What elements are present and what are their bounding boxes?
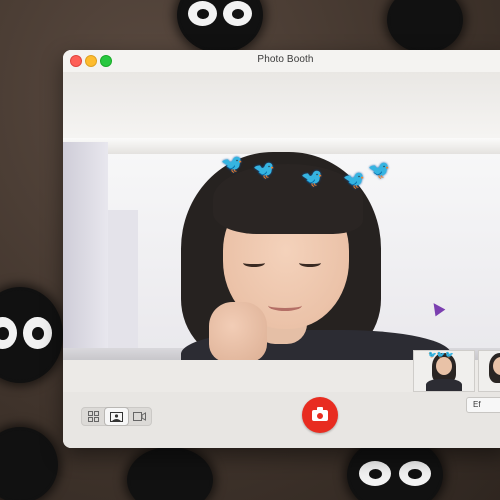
bangs bbox=[213, 164, 363, 234]
soot-sprite bbox=[0, 430, 55, 500]
soot-sprite bbox=[350, 440, 440, 500]
effects-button[interactable]: Ef bbox=[466, 397, 500, 413]
soot-sprite bbox=[0, 290, 60, 380]
mode-selector bbox=[81, 407, 152, 426]
soot-sprite bbox=[390, 0, 460, 50]
camera-icon bbox=[312, 406, 328, 421]
left-eye bbox=[243, 259, 265, 267]
camera-preview: 🐦 🐦 🐦 🐦 🐦 bbox=[63, 72, 500, 360]
hand bbox=[209, 302, 267, 360]
soot-sprite bbox=[180, 0, 260, 50]
window-title: Photo Booth bbox=[257, 54, 314, 65]
video-camera-icon[interactable] bbox=[128, 408, 151, 425]
person bbox=[63, 72, 500, 360]
thumbnail-strip: 🐦🐦🐦 bbox=[413, 350, 500, 392]
title-bar[interactable]: Photo Booth bbox=[63, 50, 500, 73]
right-eye bbox=[299, 259, 321, 267]
photo-thumbnail[interactable] bbox=[478, 350, 500, 392]
photo-booth-window: Photo Booth 🐦 🐦 🐦 🐦 🐦 🐦🐦🐦 Ef bbox=[63, 50, 500, 448]
mouth bbox=[268, 300, 302, 311]
photo-icon[interactable] bbox=[105, 408, 128, 425]
soot-sprite bbox=[130, 450, 210, 500]
bottom-toolbar: Ef bbox=[63, 392, 500, 448]
take-photo-button[interactable] bbox=[302, 397, 338, 433]
photo-thumbnail[interactable]: 🐦🐦🐦 bbox=[413, 350, 475, 392]
grid-icon[interactable] bbox=[82, 408, 105, 425]
